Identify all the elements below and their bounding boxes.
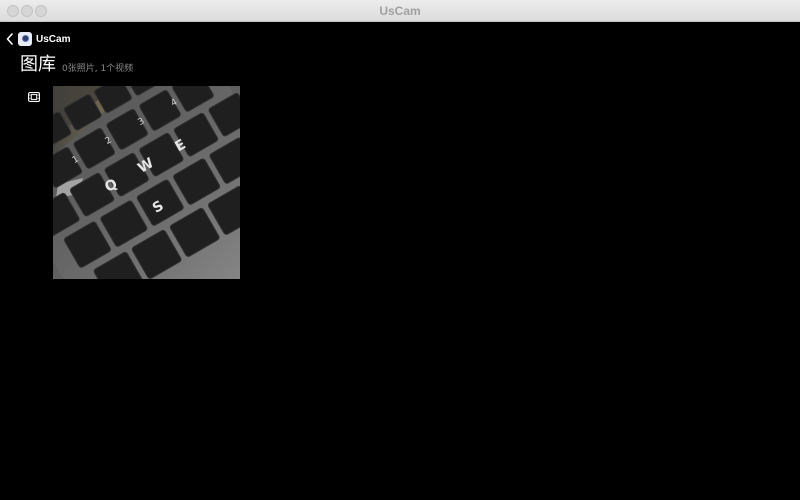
video-thumbnail[interactable]: 1 2 3 4 Q W E S <box>53 86 240 279</box>
back-button[interactable] <box>4 30 16 48</box>
app-window: UsCam UsCam 图库 0张照片, 1个视频 1 2 3 4 Q W E … <box>0 0 800 500</box>
video-filter-button[interactable] <box>27 90 41 104</box>
navigation-bar: UsCam <box>4 30 70 48</box>
chevron-left-icon <box>6 33 13 45</box>
window-title: UsCam <box>379 4 421 18</box>
media-count-label: 0张照片, 1个视频 <box>62 64 134 74</box>
page-title: 图库 <box>20 54 56 75</box>
uscam-app-icon[interactable] <box>18 32 32 46</box>
app-name-link[interactable]: UsCam <box>36 34 70 45</box>
film-icon <box>28 92 40 102</box>
title-bar[interactable]: UsCam <box>0 0 800 22</box>
keyboard-photo-image: 1 2 3 4 Q W E S <box>53 86 240 279</box>
